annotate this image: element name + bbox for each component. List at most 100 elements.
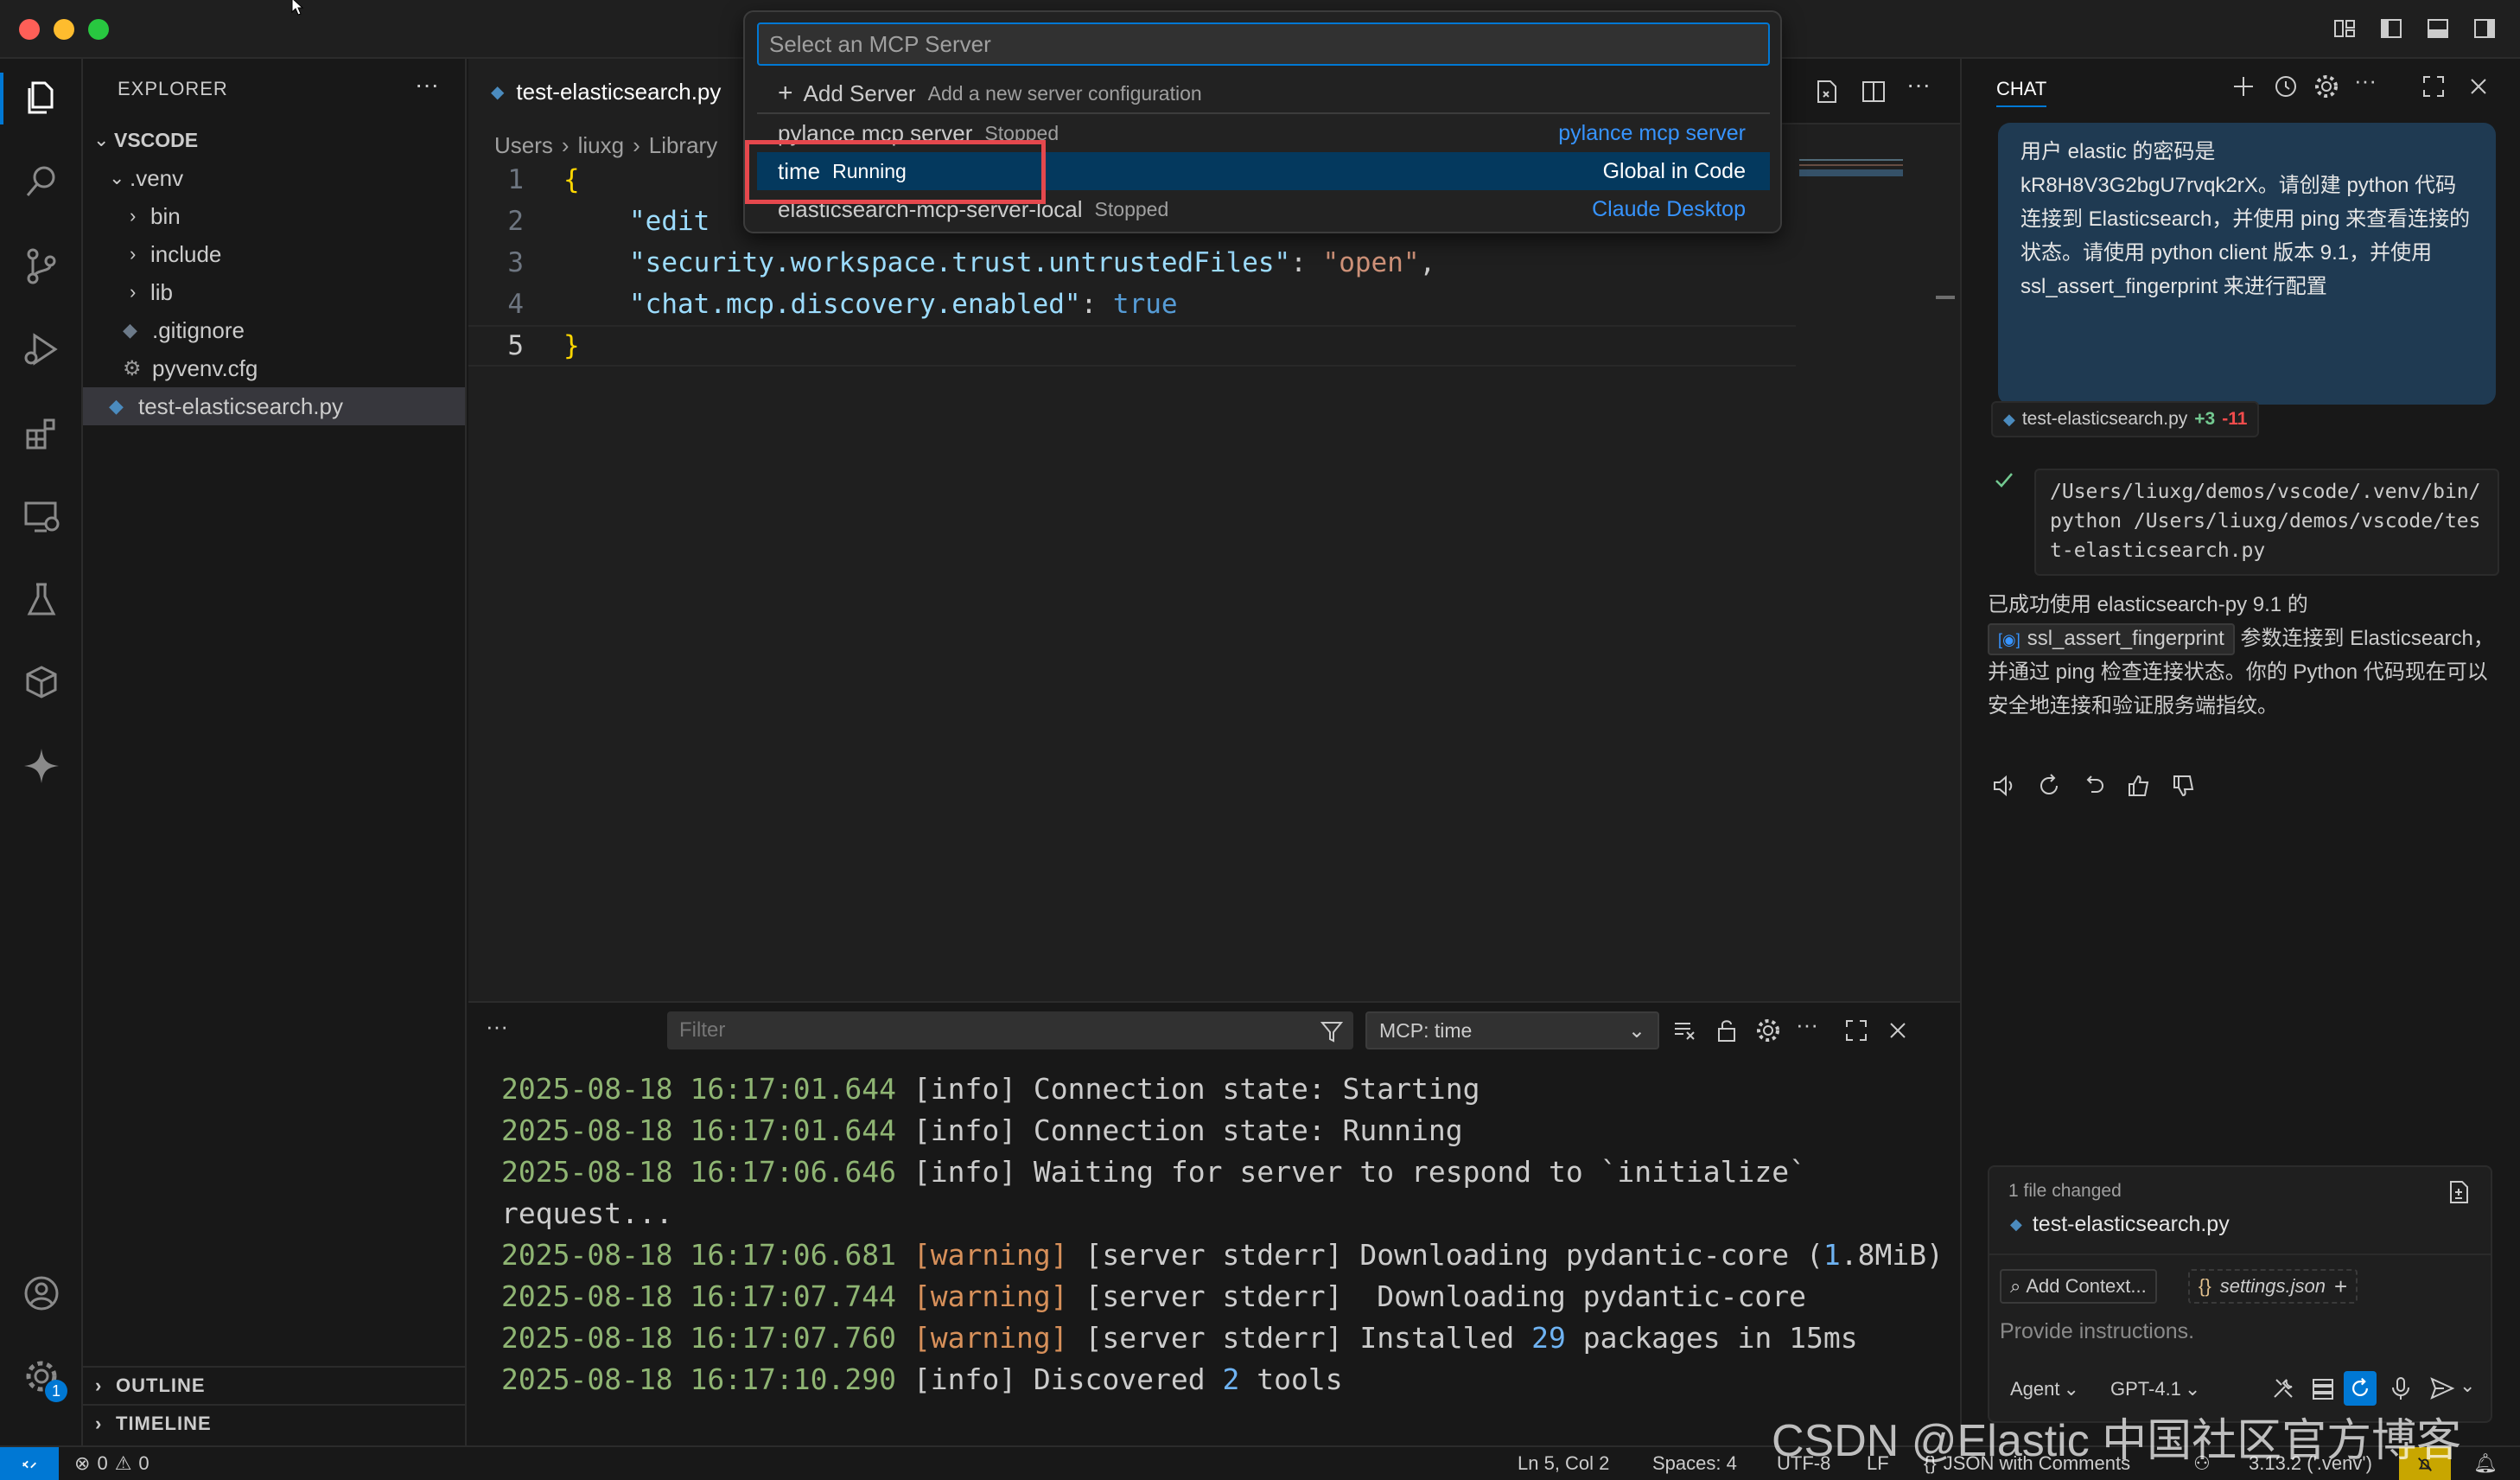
log-level: [info] xyxy=(913,1072,1017,1106)
thumbs-up-icon[interactable] xyxy=(2126,773,2152,799)
log-number: 2 xyxy=(1222,1362,1240,1396)
code-text: } xyxy=(563,330,580,361)
json-sep: : xyxy=(1290,247,1323,278)
minimize-window-button[interactable] xyxy=(54,19,74,40)
source-control-icon[interactable] xyxy=(16,240,67,292)
updates-badge: 1 xyxy=(45,1380,67,1402)
edited-file-chip[interactable]: ◆ test-elasticsearch.py +3 -11 xyxy=(1991,401,2260,437)
chat-title[interactable]: CHAT xyxy=(1996,78,2047,107)
containers-icon[interactable] xyxy=(16,657,67,709)
timeline-section[interactable]: › TIMELINE xyxy=(83,1404,465,1442)
testing-icon[interactable] xyxy=(16,574,67,626)
line-number: 2 xyxy=(507,206,524,237)
agent-mode-select[interactable]: Agent ⌄ xyxy=(2010,1378,2079,1400)
split-editor-icon[interactable] xyxy=(1860,78,1887,105)
quick-pick-input[interactable] xyxy=(757,22,1770,66)
outline-section[interactable]: › OUTLINE xyxy=(83,1366,465,1404)
tree-item-lib[interactable]: › lib xyxy=(83,273,465,311)
tree-item-include[interactable]: › include xyxy=(83,235,465,273)
new-chat-plus-icon[interactable] xyxy=(2230,73,2257,100)
close-window-button[interactable] xyxy=(19,19,40,40)
tree-item-gitignore[interactable]: ◆ .gitignore xyxy=(83,311,465,349)
maximize-window-button[interactable] xyxy=(88,19,109,40)
accounts-icon[interactable] xyxy=(16,1267,67,1319)
run-debug-icon[interactable] xyxy=(16,323,67,375)
close-panel-icon[interactable] xyxy=(1884,1017,1912,1044)
outline-label: OUTLINE xyxy=(116,1375,206,1396)
remote-indicator-icon[interactable] xyxy=(0,1447,59,1480)
server-status: Stopped xyxy=(1094,197,1169,220)
toggle-secondary-sidebar-icon[interactable] xyxy=(2472,16,2498,41)
add-context-button[interactable]: ⌕ Add Context... xyxy=(2000,1269,2157,1304)
server-icon[interactable] xyxy=(2309,1375,2337,1402)
minimap[interactable] xyxy=(1799,159,1903,176)
output-settings-gear-icon[interactable] xyxy=(1754,1017,1782,1044)
explorer-icon[interactable] xyxy=(0,73,67,124)
toggle-panel-icon[interactable] xyxy=(2425,16,2451,41)
undo-icon[interactable] xyxy=(2081,773,2107,799)
view-changes-icon[interactable] xyxy=(2446,1179,2472,1205)
cursor-position[interactable]: Ln 5, Col 2 xyxy=(1518,1452,1609,1475)
refresh-tools-icon[interactable] xyxy=(2344,1371,2377,1406)
close-chat-icon[interactable] xyxy=(2465,73,2492,100)
breadcrumb-item[interactable]: liuxg xyxy=(578,132,624,159)
output-more-actions-icon[interactable]: ··· xyxy=(1796,1011,1818,1038)
log-level: [warning] xyxy=(913,1321,1068,1355)
tree-root-folder[interactable]: ⌄ VSCODE xyxy=(83,121,465,159)
tools-icon[interactable] xyxy=(2269,1375,2297,1402)
changed-file-row[interactable]: ◆ test-elasticsearch.py xyxy=(2010,1212,2230,1237)
search-icon[interactable] xyxy=(16,156,67,207)
customize-layout-icon[interactable] xyxy=(2332,16,2358,41)
manage-gear-icon[interactable]: 1 xyxy=(16,1350,67,1402)
line-number: 3 xyxy=(507,247,524,278)
send-icon[interactable] xyxy=(2428,1375,2456,1402)
explorer-more-actions-icon[interactable]: ··· xyxy=(415,71,439,99)
panel-more-icon[interactable]: ··· xyxy=(486,1013,508,1040)
filter-icon[interactable] xyxy=(1319,1018,1345,1044)
copilot-sparkle-icon[interactable] xyxy=(16,740,67,792)
clear-output-icon[interactable] xyxy=(1671,1017,1699,1044)
tree-item-bin[interactable]: › bin xyxy=(83,197,465,235)
maximize-panel-icon[interactable] xyxy=(1842,1017,1870,1044)
log-message: .8MiB) xyxy=(1840,1238,1944,1272)
problems-indicator[interactable]: ⊗ 0 ⚠ 0 xyxy=(74,1452,150,1475)
tab-test-elasticsearch-py[interactable]: ◆ test-elasticsearch.py xyxy=(468,59,745,124)
json-comma: , xyxy=(1419,247,1436,278)
settings-file-icon: ⚙ xyxy=(123,356,142,380)
tree-item-test-elasticsearch-py[interactable]: ◆ test-elasticsearch.py xyxy=(83,387,465,425)
remote-explorer-icon[interactable] xyxy=(16,491,67,543)
bell-icon[interactable]: 🔔︎ xyxy=(2473,1452,2498,1475)
chat-more-actions-icon[interactable]: ··· xyxy=(2354,67,2377,94)
read-aloud-speaker-icon[interactable] xyxy=(1991,773,2017,799)
toggle-primary-sidebar-icon[interactable] xyxy=(2378,16,2404,41)
tree-item-venv[interactable]: ⌄ .venv xyxy=(83,159,465,197)
output-filter-field[interactable] xyxy=(667,1011,1353,1049)
inline-code-chip[interactable]: [◉] ssl_assert_fingerprint xyxy=(1988,623,2235,655)
settings-json-context-chip[interactable]: {} settings.json + xyxy=(2188,1269,2358,1304)
chat-history-icon[interactable] xyxy=(2271,73,2299,100)
editor-more-actions-icon[interactable]: ··· xyxy=(1906,71,1931,99)
chevron-down-icon[interactable]: ⌄ xyxy=(2460,1375,2475,1397)
extensions-icon[interactable] xyxy=(16,408,67,460)
thumbs-down-icon[interactable] xyxy=(2171,773,2197,799)
json-sep: : xyxy=(1080,289,1113,320)
chevron-right-icon: › xyxy=(95,1375,103,1396)
model-select[interactable]: GPT-4.1 ⌄ xyxy=(2110,1378,2200,1400)
add-server-item[interactable]: + Add Server Add a new server configurat… xyxy=(757,74,1770,112)
microphone-icon[interactable] xyxy=(2387,1375,2415,1402)
terminal-command[interactable]: /Users/liuxg/demos/vscode/.venv/bin/pyth… xyxy=(2034,469,2499,576)
maximize-chat-icon[interactable] xyxy=(2420,73,2447,100)
chat-input[interactable]: Provide instructions. xyxy=(2000,1319,2194,1344)
output-filter-input[interactable] xyxy=(667,1011,1298,1049)
retry-icon[interactable] xyxy=(2036,773,2062,799)
breadcrumb-item[interactable]: Library xyxy=(649,132,717,159)
breadcrumb-item[interactable]: Users xyxy=(494,132,553,159)
chat-settings-gear-icon[interactable] xyxy=(2313,73,2340,100)
lock-scroll-icon[interactable] xyxy=(1713,1017,1740,1044)
chevron-right-icon: › xyxy=(95,1413,103,1434)
user-message: 用户 elastic 的密码是 kR8H8V3G2bgU7rvqk2rX。请创建… xyxy=(1998,123,2496,405)
indentation[interactable]: Spaces: 4 xyxy=(1652,1452,1737,1475)
tree-item-pyvenv-cfg[interactable]: ⚙ pyvenv.cfg xyxy=(83,349,465,387)
output-channel-select[interactable]: MCP: time ⌄ xyxy=(1365,1011,1659,1049)
open-preview-icon[interactable] xyxy=(1813,78,1841,105)
